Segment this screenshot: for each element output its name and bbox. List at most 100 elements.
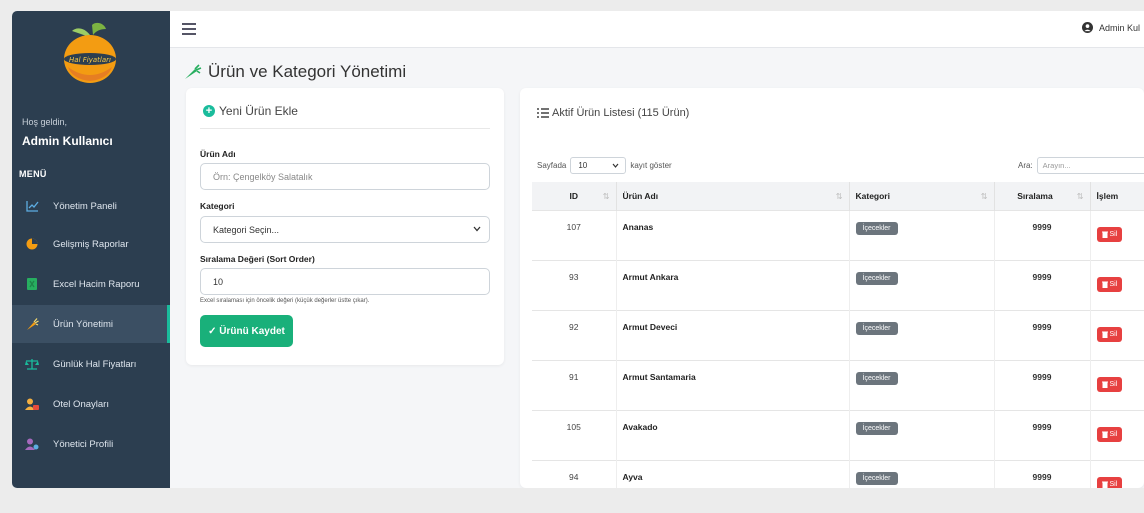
- column-header-action[interactable]: İşlem: [1090, 182, 1144, 210]
- length-prefix: Sayfada: [537, 161, 567, 170]
- category-select-value: Kategori Seçin...: [213, 224, 280, 235]
- search-label: Ara:: [1018, 161, 1033, 170]
- sort-icon: ⇅: [980, 192, 988, 201]
- cell-id: 93: [532, 259, 617, 310]
- sidebar-item-product-management[interactable]: Ürün Yönetimi: [12, 305, 170, 343]
- page-title: Ürün ve Kategori Yönetimi: [184, 62, 406, 82]
- cell-category: İçecekler: [849, 409, 995, 460]
- cell-product-name: Armut Ankara: [616, 259, 850, 310]
- delete-label: Sil: [1109, 330, 1118, 338]
- cell-id: 107: [532, 209, 617, 260]
- cell-sort-order: 9999: [994, 359, 1091, 410]
- sidebar-item-admin-profile[interactable]: Yönetici Profili: [12, 425, 170, 463]
- user-menu[interactable]: Admin Kul: [1082, 22, 1140, 33]
- table-row: 107 Ananas İçecekler 9999 Sil: [532, 209, 1144, 260]
- user-cog-icon: [25, 437, 39, 451]
- carrot-icon: [185, 64, 202, 79]
- trash-icon: [1101, 281, 1108, 288]
- trash-icon: [1101, 381, 1108, 388]
- sidebar-item-excel-report[interactable]: Excel Hacim Raporu: [12, 265, 170, 303]
- excel-file-icon: [25, 277, 39, 291]
- sidebar-item-label: Günlük Hal Fiyatları: [53, 358, 137, 370]
- product-name-input[interactable]: Örn: Çengelköy Salatalık: [200, 163, 490, 190]
- scale-icon: [25, 357, 39, 371]
- save-product-button[interactable]: ✓ Ürünü Kaydet: [200, 315, 293, 347]
- svg-text:Hal Fiyatları: Hal Fiyatları: [69, 56, 111, 64]
- cell-category: İçecekler: [849, 209, 995, 260]
- sidebar-item-label: Otel Onayları: [53, 398, 109, 410]
- sort-order-input[interactable]: 10: [200, 268, 490, 295]
- delete-label: Sil: [1109, 480, 1118, 488]
- sort-icon: ⇅: [602, 192, 610, 201]
- delete-button[interactable]: Sil: [1096, 226, 1123, 242]
- delete-button[interactable]: Sil: [1096, 276, 1123, 292]
- column-header-category[interactable]: Kategori ⇅: [849, 182, 995, 210]
- page-length-select[interactable]: 10: [570, 157, 627, 174]
- delete-button[interactable]: Sil: [1096, 326, 1123, 342]
- chart-line-icon: [25, 199, 39, 213]
- delete-button[interactable]: Sil: [1096, 376, 1123, 392]
- cell-sort-order: 9999: [994, 459, 1091, 488]
- topbar: Admin Kul: [170, 11, 1144, 48]
- hamburger-menu-icon[interactable]: [182, 23, 196, 35]
- brand-logo[interactable]: Hal Fiyatları: [12, 11, 170, 105]
- user-check-icon: [25, 397, 39, 411]
- cell-id: 94: [532, 459, 617, 488]
- plus-circle-icon: +: [203, 105, 215, 117]
- search-placeholder: Arayın...: [1042, 161, 1071, 170]
- category-select[interactable]: Kategori Seçin...: [200, 216, 490, 243]
- page-length-value: 10: [578, 161, 588, 170]
- table-row: 93 Armut Ankara İçecekler 9999 Sil: [532, 259, 1144, 310]
- trash-icon: [1101, 231, 1108, 238]
- table-search: Ara: Arayın...: [1018, 157, 1144, 174]
- page-length-control: Sayfada 10 kayıt göster: [537, 157, 672, 174]
- sidebar-item-advanced-reports[interactable]: Gelişmiş Raporlar: [12, 225, 170, 263]
- product-list-card: Aktif Ürün Listesi (115 Ürün) Sayfada 10…: [520, 88, 1144, 488]
- cell-product-name: Ayva: [616, 459, 850, 488]
- sort-order-hint: Excel sıralaması için öncelik değeri (kü…: [200, 298, 370, 304]
- column-header-order[interactable]: Sıralama ⇅: [994, 182, 1091, 210]
- delete-label: Sil: [1109, 380, 1118, 388]
- table-header-row: ID ⇅ Ürün Adı ⇅ Kategori ⇅ Sıralama ⇅ İşlem: [532, 182, 1144, 210]
- sidebar-item-label: Excel Hacim Raporu: [53, 278, 140, 290]
- column-header-id[interactable]: ID ⇅: [532, 182, 617, 210]
- divider: [200, 128, 490, 129]
- column-header-name[interactable]: Ürün Adı ⇅: [616, 182, 850, 210]
- search-input[interactable]: Arayın...: [1036, 157, 1144, 174]
- table-row: 92 Armut Deveci İçecekler 9999 Sil: [532, 309, 1144, 360]
- sidebar-item-hotel-approvals[interactable]: Otel Onayları: [12, 385, 170, 423]
- greeting-text: Hoş geldin,: [22, 117, 68, 127]
- card-header: + Yeni Ürün Ekle: [203, 104, 298, 118]
- cell-category: İçecekler: [849, 359, 995, 410]
- cell-action: Sil: [1090, 459, 1144, 488]
- cell-action: Sil: [1090, 259, 1144, 310]
- delete-button[interactable]: Sil: [1096, 476, 1123, 488]
- product-table: ID ⇅ Ürün Adı ⇅ Kategori ⇅ Sıralama ⇅ İşlem …: [532, 182, 1144, 488]
- trash-icon: [1101, 331, 1108, 338]
- page-title-text: Ürün ve Kategori Yönetimi: [208, 62, 407, 81]
- card-header: Aktif Ürün Listesi (115 Ürün): [537, 107, 689, 119]
- cell-action: Sil: [1090, 409, 1144, 460]
- category-badge: İçecekler: [855, 271, 898, 285]
- table-row: 91 Armut Santamaria İçecekler 9999 Sil: [532, 359, 1144, 410]
- delete-button[interactable]: Sil: [1096, 426, 1123, 442]
- sidebar-item-dashboard[interactable]: Yönetim Paneli: [12, 187, 170, 225]
- category-badge: İçecekler: [855, 471, 898, 485]
- orange-logo-icon: Hal Fiyatları: [64, 22, 116, 83]
- cell-action: Sil: [1090, 309, 1144, 360]
- cell-category: İçecekler: [849, 459, 995, 488]
- sort-icon: ⇅: [1076, 192, 1084, 201]
- sidebar-item-daily-prices[interactable]: Günlük Hal Fiyatları: [12, 345, 170, 383]
- pie-chart-icon: [25, 237, 39, 251]
- category-badge: İçecekler: [855, 421, 898, 435]
- sort-icon: ⇅: [835, 192, 843, 201]
- sidebar-item-label: Yönetim Paneli: [53, 200, 117, 212]
- delete-label: Sil: [1109, 280, 1118, 288]
- list-icon: [537, 108, 549, 118]
- category-label: Kategori: [200, 201, 235, 211]
- cell-id: 92: [532, 309, 617, 360]
- sidebar-user-name: Admin Kullanıcı: [22, 134, 113, 148]
- cell-product-name: Ananas: [616, 209, 850, 260]
- length-suffix: kayıt göster: [630, 161, 672, 170]
- product-name-label: Ürün Adı: [200, 149, 236, 159]
